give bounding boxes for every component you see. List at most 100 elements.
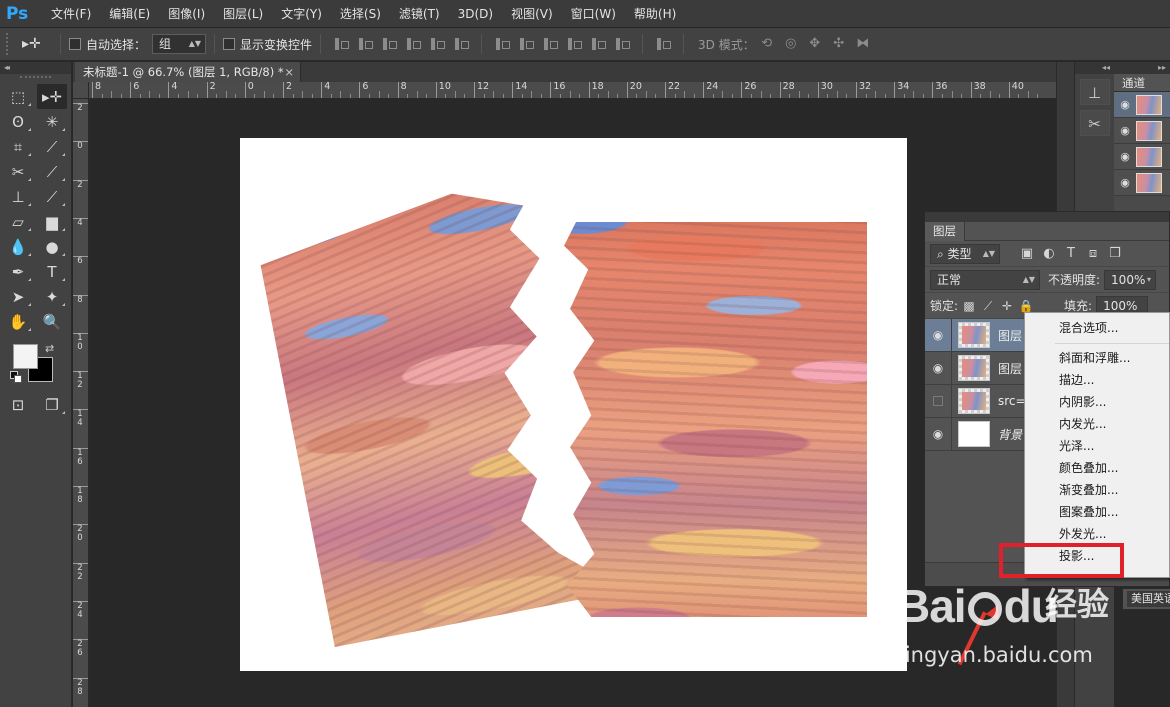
options-grip[interactable] bbox=[6, 33, 12, 55]
hidden-eye-icon[interactable] bbox=[933, 396, 943, 406]
align-left-icon[interactable] bbox=[404, 35, 422, 53]
eraser-tool-icon[interactable]: ▱ bbox=[3, 209, 33, 234]
auto-select-checkbox[interactable]: 自动选择： bbox=[69, 36, 146, 53]
eye-icon[interactable]: ◉ bbox=[1114, 150, 1136, 163]
align-hcenter-icon[interactable] bbox=[428, 35, 446, 53]
auto-select-dropdown[interactable]: 组 ▲▼ bbox=[152, 34, 207, 54]
3d-pan-icon[interactable]: ✥ bbox=[805, 35, 825, 53]
blur-tool-icon[interactable]: 💧 bbox=[3, 234, 33, 259]
menu-item-pattern-overlay[interactable]: 图案叠加... bbox=[1025, 501, 1170, 523]
eye-icon[interactable]: ◉ bbox=[1114, 176, 1136, 189]
menu-item-drop-shadow[interactable]: 投影... bbox=[1025, 545, 1170, 567]
collapse-dock-icon[interactable]: ◂◂ bbox=[1075, 62, 1114, 74]
filter-smart-object-icon[interactable]: ❒ bbox=[1106, 245, 1124, 263]
distribute-left-icon[interactable] bbox=[565, 35, 583, 53]
type-tool-icon[interactable]: T bbox=[37, 259, 67, 284]
menu-help[interactable]: 帮助(H) bbox=[625, 0, 685, 28]
checkbox-icon[interactable] bbox=[69, 38, 81, 50]
align-bottom-icon[interactable] bbox=[380, 35, 398, 53]
eye-icon[interactable]: ◉ bbox=[925, 351, 952, 385]
zoom-tool-icon[interactable]: 🔍 bbox=[37, 309, 67, 334]
clone-source-icon[interactable]: ⊥ bbox=[1079, 79, 1110, 105]
quick-mask-icon[interactable]: ⊡ bbox=[3, 392, 33, 417]
menu-image[interactable]: 图像(I) bbox=[159, 0, 214, 28]
distribute-hcenter-icon[interactable] bbox=[589, 35, 607, 53]
move-tool-preset-icon[interactable]: ▸✛ ▾ bbox=[22, 33, 52, 74]
channel-row[interactable]: ◉ bbox=[1114, 118, 1170, 144]
layer-filter-dropdown[interactable]: ⌕ 类型 ▲▼ bbox=[930, 243, 1000, 264]
menu-item-inner-shadow[interactable]: 内阴影... bbox=[1025, 391, 1170, 413]
brush-tool-icon[interactable]: ⟋ bbox=[37, 159, 67, 184]
default-colors-icon[interactable] bbox=[10, 371, 22, 383]
menu-item-outer-glow[interactable]: 外发光... bbox=[1025, 523, 1170, 545]
menu-select[interactable]: 选择(S) bbox=[331, 0, 390, 28]
menu-item-stroke[interactable]: 描边... bbox=[1025, 369, 1170, 391]
visibility-toggle[interactable] bbox=[925, 384, 952, 418]
clone-stamp-tool-icon[interactable]: ⊥ bbox=[3, 184, 33, 209]
foreground-color-swatch[interactable] bbox=[13, 344, 38, 369]
menu-item-color-overlay[interactable]: 颜色叠加... bbox=[1025, 457, 1170, 479]
close-tab-icon[interactable]: × bbox=[284, 62, 294, 82]
dodge-tool-icon[interactable]: ● bbox=[37, 234, 67, 259]
filter-adjustment-icon[interactable]: ◐ bbox=[1040, 245, 1058, 263]
menu-layer[interactable]: 图层(L) bbox=[214, 0, 272, 28]
menu-window[interactable]: 窗口(W) bbox=[562, 0, 625, 28]
marquee-tool-icon[interactable]: ⬚ bbox=[3, 84, 33, 109]
ruler-corner[interactable] bbox=[73, 82, 89, 99]
collapse-toolbar-icon[interactable]: ◂◂ bbox=[0, 62, 71, 74]
3d-scale-icon[interactable]: ⧓ bbox=[853, 35, 873, 53]
eye-icon[interactable]: ◉ bbox=[925, 318, 952, 352]
magic-wand-tool-icon[interactable]: ✳ bbox=[37, 109, 67, 134]
distribute-vcenter-icon[interactable] bbox=[517, 35, 535, 53]
move-tool-icon[interactable]: ▸✛ bbox=[37, 84, 67, 109]
3d-slide-icon[interactable]: ✣ bbox=[829, 35, 849, 53]
language-label[interactable]: 美国英语 bbox=[1127, 591, 1170, 607]
vertical-ruler[interactable]: 20246810121416182022242628 bbox=[73, 99, 89, 707]
pen-tool-icon[interactable]: ✒ bbox=[3, 259, 33, 284]
distribute-bottom-icon[interactable] bbox=[541, 35, 559, 53]
checkbox-icon[interactable] bbox=[223, 38, 236, 50]
menu-item-bevel-emboss[interactable]: 斜面和浮雕... bbox=[1025, 347, 1170, 369]
filter-pixel-icon[interactable]: ▣ bbox=[1018, 245, 1036, 263]
menu-item-satin[interactable]: 光泽... bbox=[1025, 435, 1170, 457]
document-tab[interactable]: 未标题-1 @ 66.7% (图层 1, RGB/8) * × bbox=[75, 62, 301, 82]
shape-tool-icon[interactable]: ✦ bbox=[37, 284, 67, 309]
layers-tab[interactable]: 图层 bbox=[925, 222, 965, 241]
3d-roll-icon[interactable]: ◎ bbox=[781, 35, 801, 53]
eye-icon[interactable]: ◉ bbox=[1114, 98, 1136, 111]
healing-brush-tool-icon[interactable]: ✂ bbox=[3, 159, 33, 184]
align-vcenter-icon[interactable] bbox=[356, 35, 374, 53]
distribute-right-icon[interactable] bbox=[613, 35, 631, 53]
filter-shape-icon[interactable]: ⧈ bbox=[1084, 245, 1102, 263]
path-selection-tool-icon[interactable]: ➤ bbox=[3, 284, 33, 309]
align-right-icon[interactable] bbox=[452, 35, 470, 53]
tool-presets-icon[interactable]: ✂ bbox=[1079, 110, 1110, 136]
horizontal-ruler[interactable]: 8 6 4 2 0 2 4 6 8 10 12 14 16 18 20 22 24 26 28 30 32 34 36 38 4… bbox=[89, 82, 1056, 99]
hand-tool-icon[interactable]: ✋ bbox=[3, 309, 33, 334]
history-brush-tool-icon[interactable]: ⟋ bbox=[37, 184, 67, 209]
eyedropper-tool-icon[interactable]: ⟋ bbox=[37, 134, 67, 159]
menu-edit[interactable]: 编辑(E) bbox=[100, 0, 159, 28]
screen-mode-icon[interactable]: ❐ bbox=[37, 392, 67, 417]
blend-mode-dropdown[interactable]: 正常 ▲▼ bbox=[930, 269, 1040, 290]
menu-view[interactable]: 视图(V) bbox=[502, 0, 562, 28]
lock-transparent-icon[interactable]: ▩ bbox=[961, 298, 977, 314]
eye-icon[interactable]: ◉ bbox=[1114, 124, 1136, 137]
canvas-area[interactable] bbox=[89, 99, 1056, 707]
menu-item-inner-glow[interactable]: 内发光... bbox=[1025, 413, 1170, 435]
channel-row[interactable]: ◉ bbox=[1114, 144, 1170, 170]
opacity-input[interactable]: 100% ▾ bbox=[1104, 269, 1157, 290]
auto-align-icon[interactable] bbox=[654, 35, 672, 53]
crop-tool-icon[interactable]: ⌗ bbox=[3, 134, 33, 159]
swap-colors-icon[interactable]: ⇄ bbox=[45, 342, 54, 355]
lock-position-icon[interactable]: ✛ bbox=[999, 298, 1015, 314]
menu-item-gradient-overlay[interactable]: 渐变叠加... bbox=[1025, 479, 1170, 501]
collapse-channels-icon[interactable]: ▸▸ bbox=[1114, 62, 1170, 74]
menu-item-blending-options[interactable]: 混合选项... bbox=[1025, 317, 1170, 339]
menu-3d[interactable]: 3D(D) bbox=[449, 0, 502, 28]
toolbar-grip[interactable] bbox=[20, 76, 51, 84]
3d-rotate-icon[interactable]: ⟲ bbox=[757, 35, 777, 53]
align-top-icon[interactable] bbox=[332, 35, 350, 53]
filter-type-icon[interactable]: T bbox=[1062, 245, 1080, 263]
eye-icon[interactable]: ◉ bbox=[925, 417, 952, 451]
